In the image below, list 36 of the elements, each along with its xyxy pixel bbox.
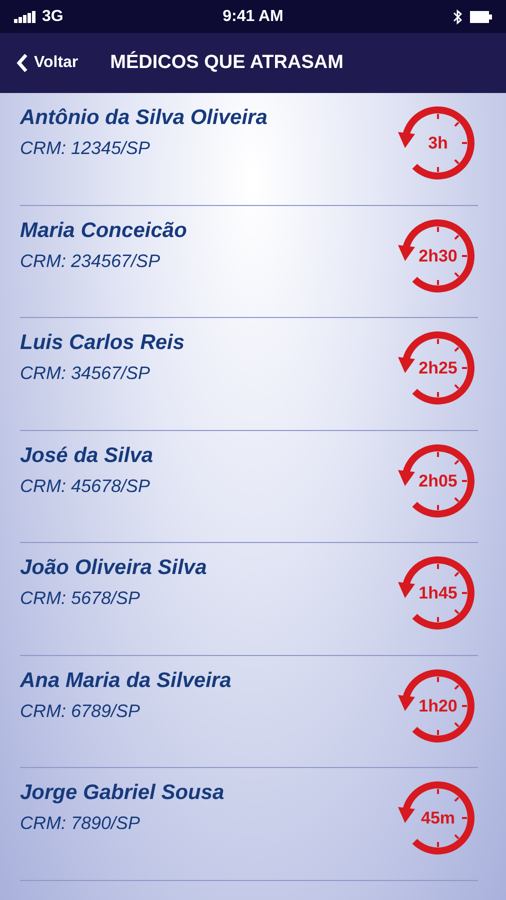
crm-text: CRM: 7890/SP — [20, 812, 142, 835]
crm-text: CRM: 234567/SP — [20, 250, 162, 272]
doctor-name: Luis Carlos Reis — [20, 330, 185, 356]
delay-text: 2h30 — [418, 244, 458, 267]
crm-text: CRM: 34567/SP — [20, 362, 152, 385]
doctor-name: Maria Conceicão — [20, 218, 187, 244]
bluetooth-icon — [453, 8, 462, 24]
doctor-name: João Oliveira Silva — [20, 555, 207, 581]
carrier-text: 3G — [42, 6, 64, 26]
doctor-row[interactable]: Antônio da Silva Oliveira CRM: 12345/SP 3h — [20, 93, 478, 206]
doctor-name: Ana Maria da Silveira — [20, 668, 232, 694]
crm-text: CRM: 45678/SP — [20, 474, 152, 498]
crm-text: CRM: 6789/SP — [20, 700, 142, 722]
delay-text: 1h45 — [418, 582, 458, 604]
delay-text: 3h — [428, 132, 448, 154]
signal-icon — [14, 10, 36, 22]
doctor-name: Jorge Gabriel Sousa — [20, 780, 224, 806]
screen-title: MÉDICOS QUE ATRASAM — [110, 50, 344, 75]
back-button[interactable]: Voltar — [16, 51, 78, 75]
doctor-row[interactable]: Jorge Gabriel Sousa CRM: 7890/SP 45m — [20, 768, 478, 880]
doctor-row[interactable]: José da Silva CRM: 45678/SP 2h05 — [20, 430, 478, 543]
battery-icon — [470, 10, 492, 22]
doctor-row[interactable]: Luis Carlos Reis CRM: 34567/SP 2h25 — [20, 318, 478, 430]
doctor-row[interactable]: Ana Maria da Silveira CRM: 6789/SP 1h20 — [20, 656, 478, 768]
delay-text: 2h25 — [418, 357, 458, 380]
delay-text: 2h05 — [418, 470, 458, 492]
clock-text: 9:41 AM — [222, 6, 284, 26]
delay-text: 45m — [420, 807, 456, 830]
doctor-row[interactable]: João Oliveira Silva CRM: 5678/SP 1h45 — [20, 543, 478, 656]
doctor-name: José da Silva — [20, 442, 154, 468]
doctor-name: Antônio da Silva Oliveira — [20, 105, 268, 131]
doctor-row[interactable]: Maria Conceicão CRM: 234567/SP 2h30 — [20, 206, 478, 318]
chevron-left-icon — [16, 53, 28, 73]
crm-text: CRM: 5678/SP — [20, 587, 142, 610]
crm-text: CRM: 12345/SP — [20, 137, 152, 160]
delay-text: 1h20 — [418, 694, 458, 717]
